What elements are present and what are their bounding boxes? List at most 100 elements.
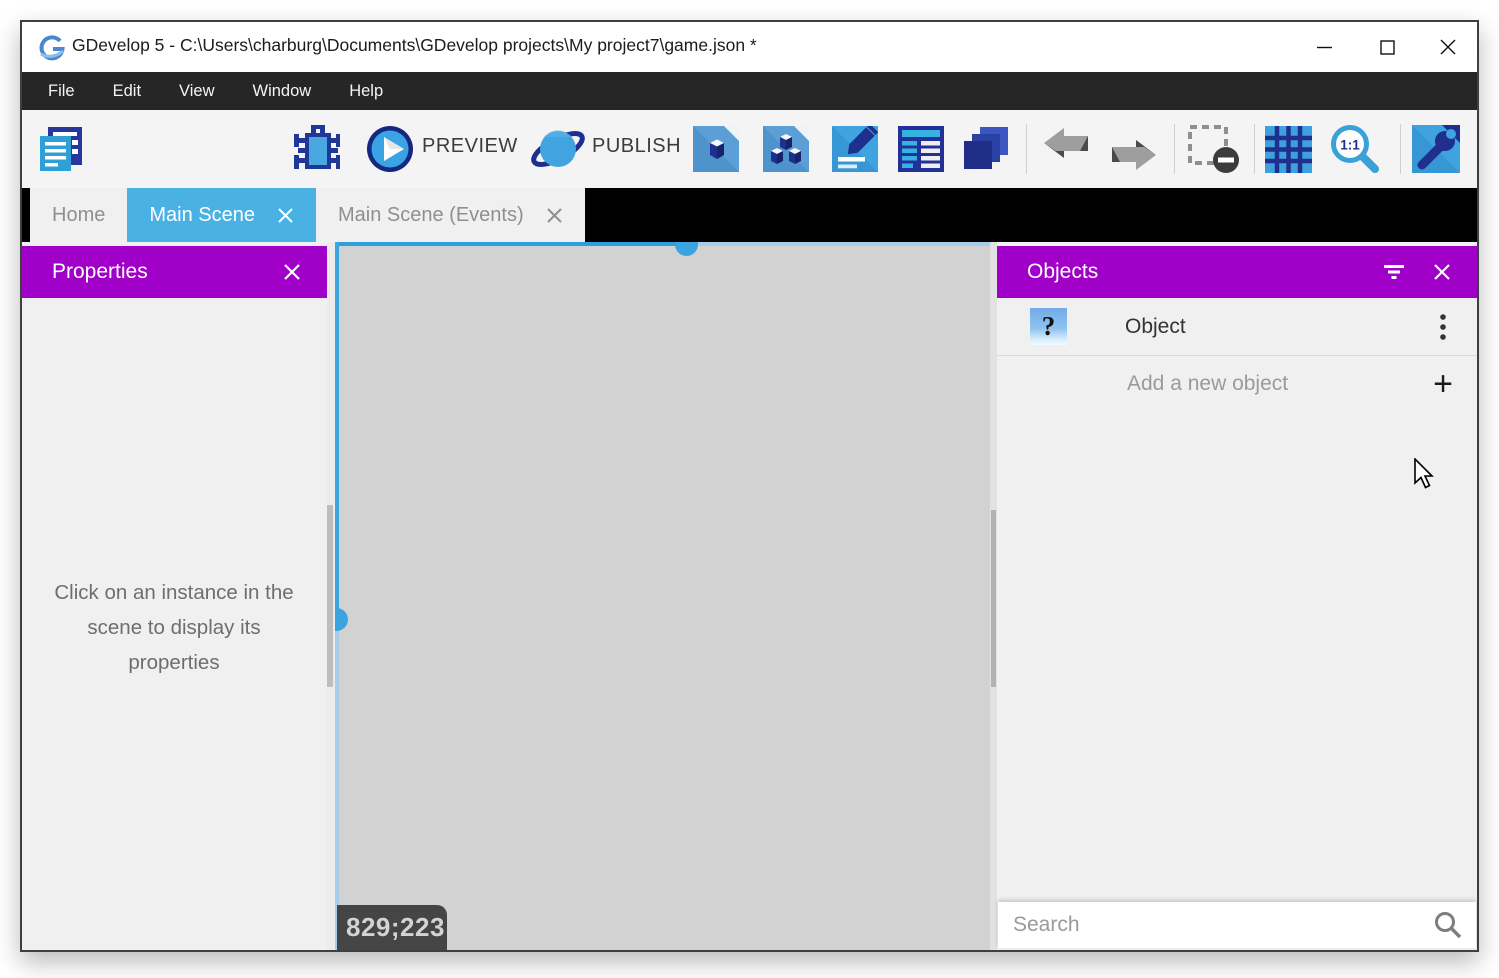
close-icon <box>546 207 563 224</box>
object-groups-icon <box>763 126 809 172</box>
open-settings-button[interactable] <box>1412 125 1460 173</box>
close-properties-button[interactable] <box>277 257 307 287</box>
main-content: Properties Click on an instance in the s… <box>22 242 1477 950</box>
publish-label[interactable]: PUBLISH <box>592 135 681 158</box>
close-icon <box>283 263 301 281</box>
preview-button[interactable] <box>366 125 414 173</box>
object-menu-button[interactable] <box>1423 314 1463 340</box>
toolbar-separator <box>1026 124 1027 174</box>
object-list-item[interactable]: ? Object <box>997 298 1477 356</box>
undo-icon <box>1042 127 1092 171</box>
svg-text:1:1: 1:1 <box>1340 138 1360 153</box>
menu-bar: File Edit View Window Help <box>22 72 1477 110</box>
debug-bug-icon <box>290 125 340 173</box>
debugger-button[interactable] <box>290 125 340 173</box>
tab-label: Home <box>52 204 105 227</box>
tools-wrench-icon <box>1412 125 1460 173</box>
undo-button[interactable] <box>1042 125 1092 173</box>
cursor-coordinates-badge: 829;223 <box>337 905 447 950</box>
toolbar-separator <box>1174 124 1175 174</box>
tab-bar: Home Main Scene Main Scene (Events) <box>22 188 1477 242</box>
close-icon <box>1433 263 1451 281</box>
toolbar: PREVIEW PUBLISH <box>22 110 1477 188</box>
tab-main-scene-events[interactable]: Main Scene (Events) <box>316 188 585 242</box>
canvas-scrollbar-thumb[interactable] <box>991 510 996 687</box>
layers-icon <box>960 125 1010 173</box>
minimize-icon <box>1317 40 1332 55</box>
scene-scrollbar-vertical[interactable] <box>335 620 339 950</box>
object-name: Object <box>1125 315 1186 339</box>
close-objects-button[interactable] <box>1427 257 1457 287</box>
gdevelop-logo-icon <box>38 33 66 61</box>
maximize-button[interactable] <box>1364 22 1410 72</box>
redo-button[interactable] <box>1108 125 1158 173</box>
close-icon <box>277 207 294 224</box>
maximize-icon <box>1380 40 1395 55</box>
tab-main-scene[interactable]: Main Scene <box>127 188 316 242</box>
close-window-button[interactable] <box>1425 22 1471 72</box>
tab-label: Main Scene <box>149 204 255 227</box>
toggle-grid-button[interactable] <box>1265 125 1312 173</box>
menu-edit[interactable]: Edit <box>113 82 141 101</box>
scene-scroll-handle-vertical[interactable] <box>335 608 348 631</box>
objects-search-input[interactable] <box>998 913 1420 937</box>
objects-search-bar <box>998 902 1476 948</box>
properties-scrollbar[interactable] <box>327 505 333 687</box>
scene-properties-button[interactable] <box>832 125 878 173</box>
object-thumbnail-icon: ? <box>1030 308 1067 345</box>
scene-scrollbar-horizontal[interactable] <box>687 242 990 246</box>
add-object-label: Add a new object <box>1127 372 1288 396</box>
properties-panel-header: Properties <box>22 246 327 298</box>
filter-objects-button[interactable] <box>1379 257 1409 287</box>
add-new-object-button[interactable]: Add a new object + <box>997 356 1477 412</box>
menu-file[interactable]: File <box>48 82 75 101</box>
window-title: GDevelop 5 - C:\Users\charburg\Documents… <box>72 35 757 56</box>
preview-play-icon <box>366 125 414 173</box>
toolbar-separator <box>1254 124 1255 174</box>
tab-close-button[interactable] <box>277 207 294 224</box>
objects-panel: Objects ? Object <box>997 242 1477 950</box>
filter-icon <box>1383 264 1405 280</box>
title-bar: GDevelop 5 - C:\Users\charburg\Documents… <box>22 22 1477 72</box>
project-manager-icon <box>36 125 86 173</box>
close-icon <box>1440 39 1456 55</box>
mask-deactivate-icon <box>1186 124 1242 174</box>
publish-button[interactable] <box>530 125 586 173</box>
app-window: GDevelop 5 - C:\Users\charburg\Documents… <box>20 20 1479 952</box>
properties-panel-title: Properties <box>52 260 148 284</box>
menu-view[interactable]: View <box>179 82 214 101</box>
search-icon <box>1420 910 1476 940</box>
objects-panel-header: Objects <box>997 246 1477 298</box>
preview-label[interactable]: PREVIEW <box>422 135 518 158</box>
toolbar-separator <box>1400 124 1401 174</box>
objects-editor-icon <box>693 126 739 172</box>
tab-close-button[interactable] <box>546 207 563 224</box>
minimize-button[interactable] <box>1301 22 1347 72</box>
redo-icon <box>1108 127 1158 171</box>
tab-home[interactable]: Home <box>30 188 127 242</box>
zoom-reset-button[interactable]: 1:1 <box>1328 125 1380 173</box>
instances-list-icon <box>898 126 944 172</box>
scene-canvas[interactable]: 829;223 <box>335 242 990 950</box>
menu-window[interactable]: Window <box>253 82 312 101</box>
open-layers-editor-button[interactable] <box>960 125 1010 173</box>
project-manager-button[interactable] <box>36 125 86 173</box>
scene-properties-icon <box>832 126 878 172</box>
plus-icon: + <box>1423 367 1463 401</box>
properties-panel: Properties Click on an instance in the s… <box>22 242 327 950</box>
toggle-mask-button[interactable] <box>1186 125 1242 173</box>
grid-icon <box>1265 126 1312 173</box>
scene-scrollbar-horizontal[interactable] <box>335 242 687 246</box>
open-objects-editor-button[interactable] <box>693 125 739 173</box>
menu-help[interactable]: Help <box>349 82 383 101</box>
objects-panel-title: Objects <box>1027 260 1098 284</box>
kebab-menu-icon <box>1440 314 1446 340</box>
scene-scroll-handle-horizontal[interactable] <box>675 242 698 256</box>
scene-scrollbar-vertical[interactable] <box>335 242 339 620</box>
publish-planet-icon <box>530 124 586 174</box>
tab-label: Main Scene (Events) <box>338 204 524 227</box>
open-object-groups-button[interactable] <box>763 125 809 173</box>
zoom-1-1-icon: 1:1 <box>1328 123 1380 175</box>
open-instances-list-button[interactable] <box>898 125 944 173</box>
properties-empty-message: Click on an instance in the scene to dis… <box>44 575 304 680</box>
